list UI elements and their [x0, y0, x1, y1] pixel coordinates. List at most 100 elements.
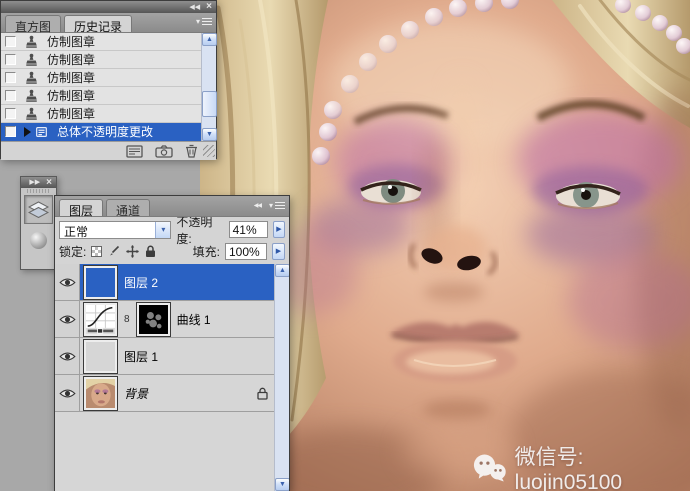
history-state-selected[interactable]: 总体不透明度更改: [1, 123, 216, 141]
set-source-well[interactable]: [5, 126, 16, 137]
layers-panel-dock-button[interactable]: [24, 195, 53, 224]
lock-paint-brush-icon[interactable]: [108, 245, 120, 257]
styles-sphere-icon: [30, 232, 47, 249]
visibility-toggle[interactable]: [55, 375, 80, 411]
layer-row-selected[interactable]: 图层 2: [55, 264, 289, 301]
history-state[interactable]: 仿制图章: [1, 69, 216, 87]
history-state[interactable]: 仿制图章: [1, 105, 216, 123]
tab-channels[interactable]: 通道: [106, 199, 150, 216]
set-source-well[interactable]: [5, 54, 16, 65]
history-titlebar: ◀◀ ×: [1, 1, 216, 13]
history-panel: ◀◀ × 直方图 历史记录 ▾ 仿制图章 仿制图章 仿: [0, 0, 217, 159]
dock-titlebar: ▶▶ ×: [21, 177, 56, 188]
set-source-well[interactable]: [5, 36, 16, 47]
tab-histogram[interactable]: 直方图: [5, 15, 61, 32]
watermark: 微信号: luojin05100: [472, 441, 690, 491]
set-source-well[interactable]: [5, 108, 16, 119]
layer-name: 图层 2: [124, 274, 158, 291]
background-lock-icon: [257, 387, 268, 400]
layers-icon: [28, 201, 49, 218]
panel-resize-grip[interactable]: [203, 145, 215, 157]
fill-input[interactable]: 100%: [225, 243, 267, 260]
lock-position-move-icon[interactable]: [126, 245, 139, 258]
mask-link-icon[interactable]: 8: [124, 314, 130, 325]
curves-adjustment-thumbnail[interactable]: [84, 303, 117, 336]
visibility-toggle[interactable]: [55, 301, 80, 337]
history-state-list: 仿制图章 仿制图章 仿制图章 仿制图章 仿制图章: [1, 33, 216, 141]
wechat-icon: [472, 453, 507, 483]
photoshop-workspace: 微信号: luojin05100 ◀◀ × 直方图 历史记录 ▾ 仿制图章 仿制…: [0, 0, 690, 491]
eye-icon: [59, 277, 76, 288]
styles-panel-dock-button[interactable]: [24, 226, 53, 255]
layers-scrollbar[interactable]: ▲ ▼: [274, 264, 289, 491]
lock-row: 锁定: 填充: 100% ▶: [55, 241, 289, 264]
collapse-to-icons-icon[interactable]: ◀◀: [254, 202, 261, 209]
menu-arrow-icon[interactable]: ▾: [269, 201, 273, 210]
visibility-toggle[interactable]: [55, 264, 80, 300]
opacity-spinner-icon[interactable]: ▶: [273, 221, 285, 238]
clone-stamp-icon: [24, 107, 39, 121]
history-state[interactable]: 仿制图章: [1, 51, 216, 69]
visibility-toggle[interactable]: [55, 338, 80, 374]
blend-mode-value: 正常: [60, 222, 155, 238]
layer-name: 图层 1: [124, 348, 158, 365]
history-scrollbar[interactable]: ▲ ▼: [201, 33, 216, 141]
eye-icon: [59, 351, 76, 362]
layer-name: 背景: [124, 385, 148, 402]
set-source-well[interactable]: [5, 72, 16, 83]
clone-stamp-icon: [24, 71, 39, 85]
lock-transparency-icon[interactable]: [91, 246, 102, 257]
delete-state-trash-icon[interactable]: [185, 144, 198, 158]
layers-list: 图层 2 8: [55, 264, 289, 491]
layers-tabbar: 图层 通道 ◀◀ ▾: [55, 196, 289, 217]
history-panel-menu-icon[interactable]: ▾: [196, 17, 212, 26]
history-bottom-bar: [1, 141, 216, 160]
panel-dock: ▶▶ ×: [20, 176, 57, 270]
scroll-down-icon[interactable]: ▼: [202, 128, 217, 141]
eye-icon: [59, 388, 76, 399]
fill-label: 填充:: [193, 243, 220, 260]
collapse-panel-icon[interactable]: ◀◀: [189, 4, 200, 11]
tab-history[interactable]: 历史记录: [64, 15, 132, 32]
opacity-change-icon: [34, 125, 49, 139]
tab-layers[interactable]: 图层: [59, 199, 103, 216]
layer-thumbnail[interactable]: [84, 266, 117, 299]
layer-thumbnail[interactable]: [84, 340, 117, 373]
layer-row[interactable]: 图层 1: [55, 338, 289, 375]
expand-dock-icon[interactable]: ▶▶: [29, 179, 40, 186]
layers-panel-menu: ◀◀ ▾: [254, 201, 285, 210]
panel-menu-icon[interactable]: [275, 202, 285, 209]
scroll-up-icon[interactable]: ▲: [202, 33, 217, 46]
new-snapshot-icon[interactable]: [155, 145, 173, 158]
dock-grip[interactable]: [27, 189, 50, 193]
clone-stamp-icon: [24, 53, 39, 67]
new-document-from-state-icon[interactable]: [126, 145, 143, 158]
layer-row[interactable]: 8 曲线 1: [55, 301, 289, 338]
opacity-label: 不透明度:: [176, 213, 223, 247]
scroll-down-icon[interactable]: ▼: [275, 478, 289, 491]
history-tabbar: 直方图 历史记录 ▾: [1, 13, 216, 33]
lock-label: 锁定:: [59, 243, 86, 260]
background-photo-thumbnail[interactable]: [84, 377, 117, 410]
scroll-up-icon[interactable]: ▲: [275, 264, 289, 277]
layers-panel: 图层 通道 ◀◀ ▾ 正常 ▾ 不透明度: 41% ▶ 锁定:: [54, 195, 290, 491]
lock-all-padlock-icon[interactable]: [145, 245, 156, 258]
eye-icon: [59, 314, 76, 325]
current-state-pointer-icon[interactable]: [24, 127, 31, 137]
layer-mask-thumbnail[interactable]: [137, 303, 170, 336]
combo-dropdown-icon[interactable]: ▾: [155, 222, 170, 238]
blend-mode-select[interactable]: 正常 ▾: [59, 221, 171, 239]
close-panel-icon[interactable]: ×: [206, 2, 212, 12]
history-state[interactable]: 仿制图章: [1, 87, 216, 105]
background-layer-row[interactable]: 背景: [55, 375, 289, 412]
history-state[interactable]: 仿制图章: [1, 33, 216, 51]
opacity-input[interactable]: 41%: [229, 221, 268, 238]
layer-name: 曲线 1: [177, 311, 211, 328]
clone-stamp-icon: [24, 35, 39, 49]
set-source-well[interactable]: [5, 90, 16, 101]
watermark-text: 微信号: luojin05100: [515, 441, 690, 491]
blend-mode-row: 正常 ▾ 不透明度: 41% ▶: [55, 217, 289, 241]
close-dock-icon[interactable]: ×: [46, 178, 52, 188]
fill-spinner-icon[interactable]: ▶: [272, 243, 285, 260]
scrollbar-thumb[interactable]: [202, 91, 217, 117]
